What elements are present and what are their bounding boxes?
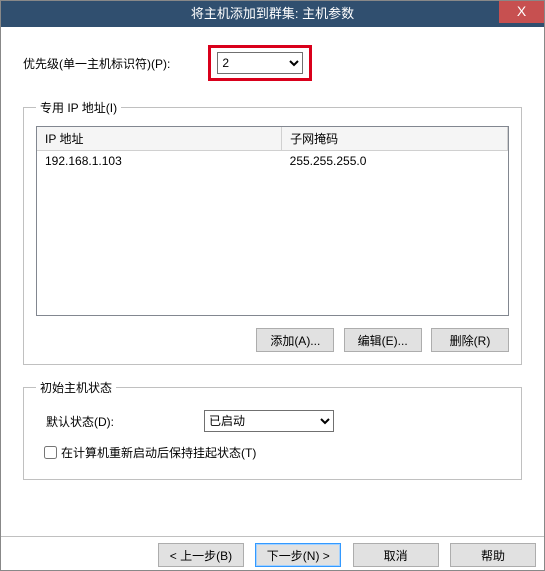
dialog-content: 优先级(单一主机标识符)(P): 2 专用 IP 地址(I) IP 地址 子网掩… xyxy=(1,27,544,480)
retain-suspend-label: 在计算机重新启动后保持挂起状态(T) xyxy=(61,444,256,461)
ip-group: 专用 IP 地址(I) IP 地址 子网掩码 192.168.1.103 255… xyxy=(23,99,522,365)
retain-suspend-checkbox[interactable] xyxy=(44,446,57,459)
priority-select[interactable]: 2 xyxy=(217,52,303,74)
cell-mask: 255.255.255.0 xyxy=(282,151,508,172)
next-button[interactable]: 下一步(N) > xyxy=(255,543,341,567)
retain-row: 在计算机重新启动后保持挂起状态(T) xyxy=(44,444,509,461)
col-mask: 子网掩码 xyxy=(282,127,508,151)
priority-highlight-box: 2 xyxy=(208,45,312,81)
window-title: 将主机添加到群集: 主机参数 xyxy=(191,6,354,21)
status-group: 初始主机状态 默认状态(D): 已启动 在计算机重新启动后保持挂起状态(T) xyxy=(23,379,522,480)
close-button[interactable]: X xyxy=(499,1,544,23)
table-row[interactable]: 192.168.1.103 255.255.255.0 xyxy=(37,151,508,172)
close-icon: X xyxy=(517,3,526,19)
ip-button-row: 添加(A)... 编辑(E)... 删除(R) xyxy=(36,328,509,352)
cancel-button[interactable]: 取消 xyxy=(353,543,439,567)
col-ip: IP 地址 xyxy=(37,127,282,151)
titlebar: 将主机添加到群集: 主机参数 X xyxy=(1,1,544,27)
table-header-row: IP 地址 子网掩码 xyxy=(37,127,508,151)
priority-label: 优先级(单一主机标识符)(P): xyxy=(23,55,170,72)
status-group-legend: 初始主机状态 xyxy=(36,379,116,396)
edit-button[interactable]: 编辑(E)... xyxy=(344,328,422,352)
priority-row: 优先级(单一主机标识符)(P): 2 xyxy=(23,45,522,81)
ip-table-container: IP 地址 子网掩码 192.168.1.103 255.255.255.0 xyxy=(36,126,509,316)
default-status-label: 默认状态(D): xyxy=(46,413,114,430)
add-button[interactable]: 添加(A)... xyxy=(256,328,334,352)
remove-button[interactable]: 删除(R) xyxy=(431,328,509,352)
ip-group-legend: 专用 IP 地址(I) xyxy=(36,99,121,116)
default-status-row: 默认状态(D): 已启动 xyxy=(46,410,509,432)
help-button[interactable]: 帮助 xyxy=(450,543,536,567)
wizard-nav-bar: < 上一步(B) 下一步(N) > 取消 帮助 xyxy=(1,536,544,570)
back-button[interactable]: < 上一步(B) xyxy=(158,543,244,567)
default-status-select[interactable]: 已启动 xyxy=(204,410,334,432)
cell-ip: 192.168.1.103 xyxy=(37,151,282,172)
ip-table: IP 地址 子网掩码 192.168.1.103 255.255.255.0 xyxy=(37,127,508,171)
